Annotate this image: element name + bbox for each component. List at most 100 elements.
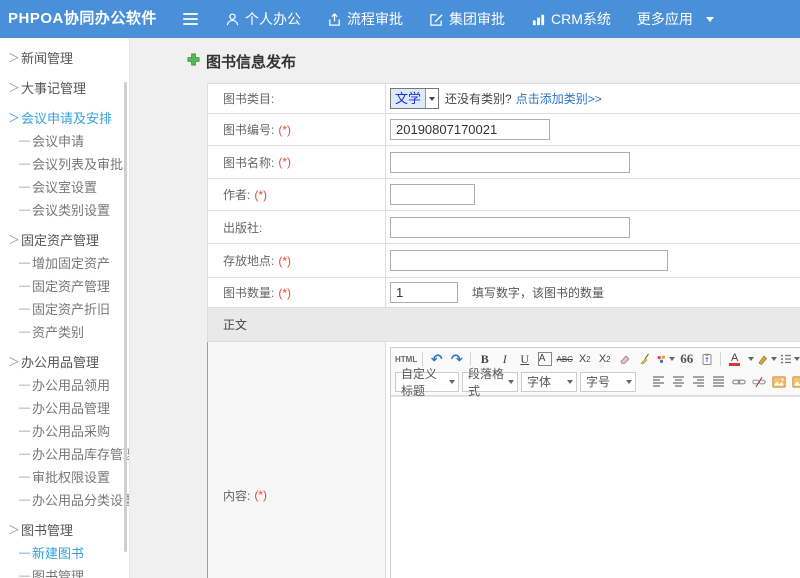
highlight-marker-dropdown[interactable] [757, 350, 777, 368]
dash-icon: — [19, 257, 32, 269]
dash-icon: — [19, 425, 32, 437]
nav-more-apps[interactable]: 更多应用 [637, 9, 714, 29]
sidebar-item[interactable]: ＞新闻管理 [0, 46, 129, 69]
chevron-right-icon: ＞ [8, 49, 21, 66]
publisher-input[interactable] [390, 217, 630, 238]
sidebar-item-label: 图书管理 [32, 566, 84, 578]
sidebar-item[interactable]: ＞图书管理 [0, 518, 129, 541]
sidebar-item[interactable]: —办公用品管理 [0, 396, 129, 419]
strikethrough-button[interactable]: ABC [556, 350, 573, 368]
align-justify-icon[interactable] [710, 373, 727, 391]
sidebar-item-label: 办公用品采购 [32, 421, 110, 440]
row-publisher: 出版社: [207, 211, 800, 244]
quantity-input[interactable] [390, 282, 458, 303]
sidebar-item[interactable]: ＞大事记管理 [0, 76, 129, 99]
nav-workflow-approval[interactable]: 流程审批 [327, 9, 403, 29]
caret-down-icon [748, 357, 754, 361]
required-mark: (*) [254, 188, 267, 202]
caret-down-icon [706, 17, 714, 22]
nav-group-approval[interactable]: 集团审批 [429, 9, 505, 29]
nav-crm-system[interactable]: CRM系统 [531, 9, 611, 29]
location-input[interactable] [390, 250, 668, 271]
dash-icon: — [19, 181, 32, 193]
sidebar-item[interactable]: —办公用品库存管理 [0, 442, 129, 465]
sidebar-item[interactable]: —图书管理 [0, 564, 129, 578]
sidebar-item-label: 办公用品管理 [32, 398, 110, 417]
required-mark: (*) [278, 286, 291, 300]
dash-icon: — [19, 326, 32, 338]
editor-content[interactable] [391, 396, 800, 578]
image-icon[interactable] [770, 373, 787, 391]
sidebar-item-label: 办公用品库存管理 [32, 444, 130, 463]
category-select[interactable]: 文学 [390, 88, 439, 109]
sidebar-item[interactable]: —审批权限设置 [0, 465, 129, 488]
unlink-icon[interactable] [750, 373, 767, 391]
paragraph-format-select[interactable]: 段落格式 [462, 372, 518, 392]
font-family-select[interactable]: 字体 [521, 372, 577, 392]
eraser-icon[interactable] [616, 350, 633, 368]
field-label: 图书名称: [223, 154, 274, 171]
sidebar-item-label: 会议列表及审批 [32, 154, 123, 173]
workflow-icon [327, 12, 342, 27]
book-name-input[interactable] [390, 152, 630, 173]
category-question: 还没有类别? [445, 90, 512, 107]
row-book-no: 图书编号:(*) [207, 114, 800, 146]
row-content: 内容:(*) HTML ↶ ↷ B I U A [207, 342, 800, 578]
sidebar-item[interactable]: —会议类别设置 [0, 198, 129, 221]
sidebar-item[interactable]: —资产类别 [0, 320, 129, 343]
author-input[interactable] [390, 184, 475, 205]
font-style-button[interactable]: A [538, 352, 552, 366]
superscript-button[interactable]: X2 [576, 350, 593, 368]
nav-personal-office[interactable]: 个人办公 [225, 9, 301, 29]
dash-icon: — [19, 448, 32, 460]
required-mark: (*) [254, 488, 267, 502]
row-location: 存放地点:(*) [207, 244, 800, 278]
paint-color-dropdown-icon[interactable] [656, 350, 675, 368]
page-title: 图书信息发布 [187, 51, 296, 72]
align-center-icon[interactable] [670, 373, 687, 391]
sidebar-item[interactable]: —会议列表及审批 [0, 152, 129, 175]
align-left-icon[interactable] [650, 373, 667, 391]
paste-text-icon[interactable] [698, 350, 715, 368]
sidebar-item[interactable]: —固定资产折旧 [0, 297, 129, 320]
sidebar-item-label: 会议室设置 [32, 177, 97, 196]
book-no-input[interactable] [390, 119, 550, 140]
sidebar-item-label: 新建图书 [32, 543, 84, 562]
sidebar-item[interactable]: —增加固定资产 [0, 251, 129, 274]
font-size-select[interactable]: 字号 [580, 372, 636, 392]
sidebar-item[interactable]: —固定资产管理 [0, 274, 129, 297]
required-mark: (*) [278, 155, 291, 169]
underline-button[interactable]: U [516, 350, 533, 368]
ordered-list-dropdown[interactable] [780, 350, 800, 368]
user-icon [225, 12, 240, 27]
blockquote-button[interactable]: 66 [678, 350, 695, 368]
redo-icon[interactable]: ↷ [448, 350, 465, 368]
sidebar-scrollbar[interactable] [124, 82, 127, 552]
hamburger-menu-icon[interactable] [183, 13, 198, 25]
dash-icon: — [19, 135, 32, 147]
sidebar-item[interactable]: ＞固定资产管理 [0, 228, 129, 251]
align-right-icon[interactable] [690, 373, 707, 391]
subscript-button[interactable]: X2 [596, 350, 613, 368]
sidebar-item[interactable]: ＞会议申请及安排 [0, 106, 129, 129]
link-icon[interactable] [730, 373, 747, 391]
sidebar-item[interactable]: —新建图书 [0, 541, 129, 564]
font-color-dropdown[interactable]: A [726, 350, 743, 368]
add-category-link[interactable]: 点击添加类别>> [516, 90, 602, 107]
format-brush-icon[interactable] [636, 350, 653, 368]
sidebar-item[interactable]: —办公用品采购 [0, 419, 129, 442]
nav-label: 更多应用 [637, 9, 693, 29]
sidebar-item-label: 增加固定资产 [32, 253, 110, 272]
sidebar-item[interactable]: ＞办公用品管理 [0, 350, 129, 373]
chevron-right-icon: ＞ [8, 353, 21, 370]
sidebar-item[interactable]: —办公用品分类设置 [0, 488, 129, 511]
insert-image-icon[interactable] [790, 373, 800, 391]
field-label: 图书数量: [223, 284, 274, 301]
heading-select[interactable]: 自定义标题 [395, 372, 459, 392]
sidebar-item[interactable]: —会议室设置 [0, 175, 129, 198]
sidebar-item[interactable]: —办公用品领用 [0, 373, 129, 396]
sidebar-item-label: 固定资产管理 [21, 230, 99, 249]
sidebar-item[interactable]: —会议申请 [0, 129, 129, 152]
chevron-right-icon: ＞ [8, 231, 21, 248]
field-label: 出版社: [223, 219, 262, 236]
